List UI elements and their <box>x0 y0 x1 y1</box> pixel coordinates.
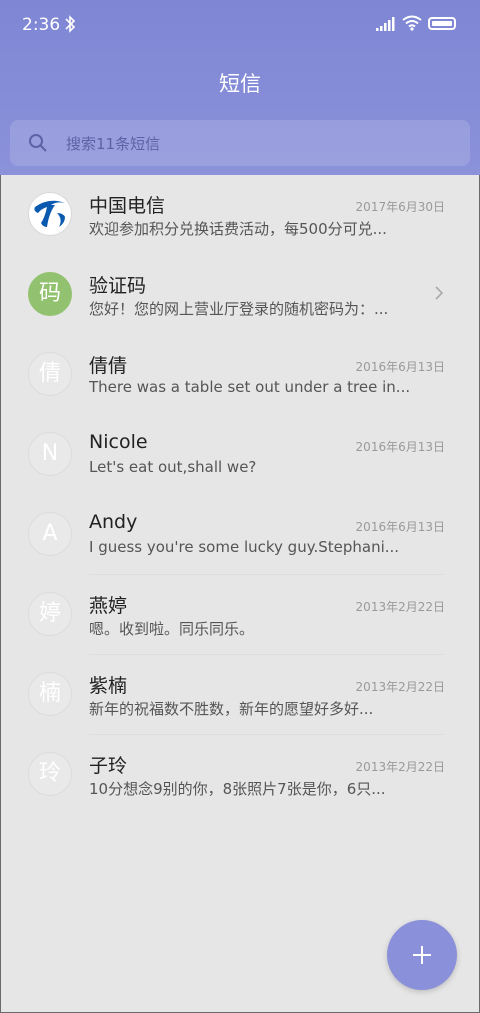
search-input[interactable]: 搜索11条短信 <box>66 133 160 154</box>
signal-icon <box>376 17 395 31</box>
app-header: 2:36 短信 搜索11条短信 <box>0 0 480 175</box>
status-time: 2:36 <box>22 15 61 35</box>
avatar: 码 <box>28 272 72 316</box>
contact-name: 验证码 <box>89 275 147 297</box>
avatar: 倩 <box>28 352 72 396</box>
message-preview: I guess you're some lucky guy.Stephani..… <box>89 538 400 556</box>
message-date: 2016年6月13日 <box>355 440 445 454</box>
new-message-button[interactable] <box>387 920 457 990</box>
conversation-item[interactable]: 倩 倩倩 2016年6月13日 There was a table set ou… <box>0 335 480 415</box>
conversation-item[interactable]: 中国电信 2017年6月30日 欢迎参加积分兑换话费活动，每500分可兑... <box>0 175 480 255</box>
bluetooth-icon <box>65 15 76 33</box>
message-date: 2013年2月22日 <box>355 760 445 774</box>
message-date: 2016年6月13日 <box>355 360 445 374</box>
search-icon <box>29 134 47 152</box>
contact-name: Nicole <box>89 431 148 453</box>
contact-name: 紫楠 <box>89 675 128 697</box>
conversation-item[interactable]: 楠 紫楠 2013年2月22日 新年的祝福数不胜数，新年的愿望好多好... <box>0 655 480 735</box>
chevron-right-icon <box>435 286 444 300</box>
conversation-item[interactable]: A Andy 2016年6月13日 I guess you're some lu… <box>0 495 480 575</box>
message-preview: 嗯。收到啦。同乐同乐。 <box>89 620 255 638</box>
wifi-icon <box>402 15 422 31</box>
message-preview: Let's eat out,shall we? <box>89 458 257 476</box>
message-date: 2013年2月22日 <box>355 680 445 694</box>
conversation-item[interactable]: 婷 燕婷 2013年2月22日 嗯。收到啦。同乐同乐。 <box>0 575 480 655</box>
avatar: 婷 <box>28 592 72 636</box>
conversation-item[interactable]: 码 验证码 您好！您的网上营业厅登录的随机密码为：... <box>0 255 480 335</box>
telecom-logo-icon <box>29 193 71 235</box>
search-bar[interactable]: 搜索11条短信 <box>10 120 470 166</box>
avatar: 玲 <box>28 752 72 796</box>
avatar: 楠 <box>28 672 72 716</box>
plus-icon <box>413 946 431 964</box>
avatar: N <box>28 432 72 476</box>
message-preview: 您好！您的网上营业厅登录的随机密码为：... <box>89 300 389 318</box>
contact-name: Andy <box>89 511 138 533</box>
contact-name: 倩倩 <box>89 355 128 377</box>
message-preview: 新年的祝福数不胜数，新年的愿望好多好... <box>89 700 374 718</box>
message-date: 2016年6月13日 <box>355 520 445 534</box>
message-preview: 欢迎参加积分兑换话费活动，每500分可兑... <box>89 220 387 238</box>
conversation-item[interactable]: 玲 子玲 2013年2月22日 10分想念9别的你，8张照片7张是你，6只... <box>0 735 480 815</box>
avatar: A <box>28 512 72 556</box>
contact-name: 子玲 <box>89 755 128 777</box>
message-preview: There was a table set out under a tree i… <box>89 378 409 396</box>
message-date: 2017年6月30日 <box>355 200 445 214</box>
avatar <box>28 192 72 236</box>
conversation-item[interactable]: N Nicole 2016年6月13日 Let's eat out,shall … <box>0 415 480 495</box>
contact-name: 燕婷 <box>89 595 128 617</box>
battery-icon <box>428 17 456 30</box>
contact-name: 中国电信 <box>89 195 166 217</box>
status-bar: 2:36 <box>0 0 480 52</box>
message-preview: 10分想念9别的你，8张照片7张是你，6只... <box>89 780 386 798</box>
page-title: 短信 <box>219 72 261 96</box>
message-date: 2013年2月22日 <box>355 600 445 614</box>
